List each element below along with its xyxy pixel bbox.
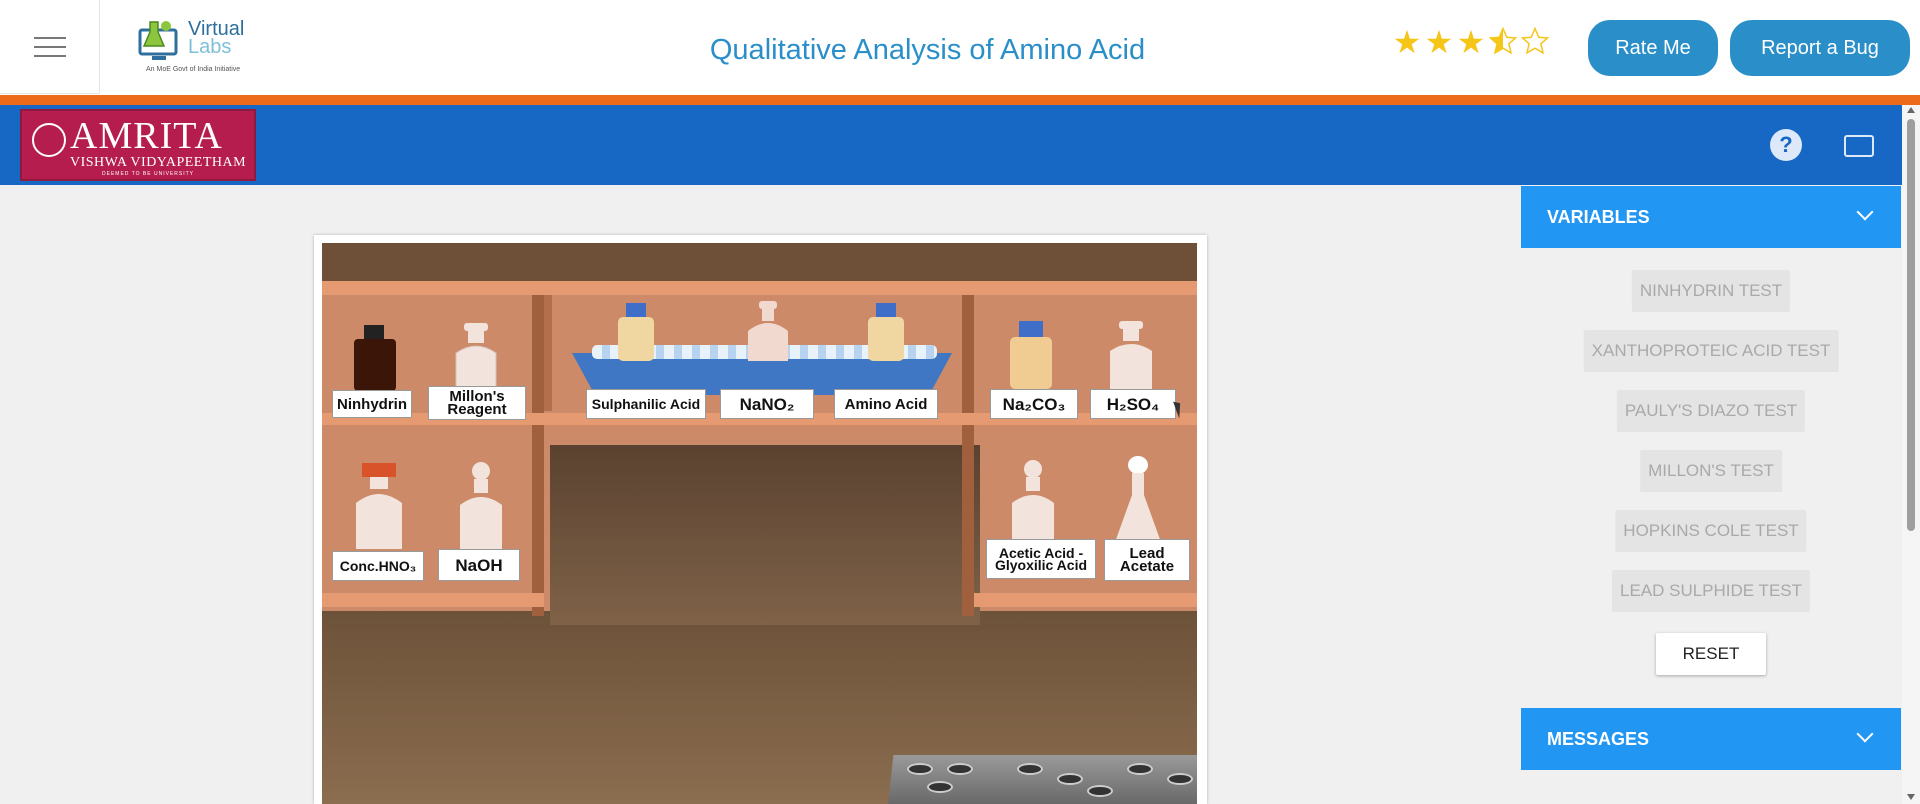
reagent-label: NaNO₂ (720, 389, 814, 419)
acetic-glyoxilic-bottle[interactable] (1008, 459, 1058, 545)
simulation-frame: Ninhydrin Millon's Reagent Sulphanilic A… (314, 235, 1207, 804)
hot-plate[interactable] (887, 755, 1197, 804)
flask-monitor-icon (138, 21, 178, 60)
reagent-label: Acetic Acid - Glyoxilic Acid (986, 539, 1096, 579)
logo-tagline: An MoE Govt of India Initiative (146, 66, 241, 73)
logo-wordmark: Virtual Labs (188, 18, 245, 58)
star-full-icon[interactable]: ★ (1392, 26, 1422, 61)
virtual-labs-logo[interactable]: Virtual Labs An MoE Govt of India Initia… (136, 14, 252, 80)
reagent-label: Lead Acetate (1104, 539, 1190, 581)
reagent-label: H₂SO₄ (1090, 389, 1176, 419)
scroll-down-arrow-icon[interactable] (1907, 794, 1915, 800)
variables-header[interactable]: VARIABLES (1521, 186, 1901, 248)
rating-stars[interactable]: ★ ★ ★ (1392, 26, 1550, 61)
paulys-diazo-test-button[interactable]: PAULY'S DIAZO TEST (1616, 390, 1806, 432)
reagent-label: NaOH (438, 549, 520, 581)
reagent-label: Sulphanilic Acid (586, 389, 706, 419)
hopkins-cole-test-button[interactable]: HOPKINS COLE TEST (1615, 510, 1807, 552)
chevron-down-icon (1856, 725, 1874, 743)
bench-niche (550, 445, 980, 625)
report-bug-button[interactable]: Report a Bug (1730, 20, 1910, 76)
reagent-label: Ninhydrin (332, 390, 412, 418)
lab-simulation[interactable]: Ninhydrin Millon's Reagent Sulphanilic A… (322, 243, 1197, 804)
seal-icon (32, 123, 66, 157)
top-header: Virtual Labs An MoE Govt of India Initia… (0, 0, 1920, 95)
naoh-bottle[interactable] (456, 461, 506, 551)
amrita-logo: AMRITA VISHWA VIDYAPEETHAM DEEMED TO BE … (20, 109, 256, 181)
page-title: Qualitative Analysis of Amino Acid (709, 34, 1146, 66)
h2so4-bottle[interactable] (1106, 321, 1156, 391)
xanthoproteic-test-button[interactable]: XANTHOPROTEIC ACID TEST (1583, 330, 1839, 372)
messages-header[interactable]: MESSAGES (1521, 708, 1901, 770)
star-full-icon[interactable]: ★ (1456, 26, 1486, 61)
scroll-up-arrow-icon[interactable] (1907, 107, 1915, 113)
reagent-label: Na₂CO₃ (990, 389, 1078, 419)
hamburger-icon (33, 30, 66, 64)
lead-acetate-flask[interactable] (1112, 455, 1164, 547)
millons-test-button[interactable]: MILLON'S TEST (1640, 450, 1782, 492)
fullscreen-icon[interactable] (1844, 135, 1874, 157)
scroll-thumb[interactable] (1907, 119, 1915, 531)
help-icon[interactable]: ? (1770, 129, 1802, 161)
variables-panel: NINHYDRIN TEST XANTHOPROTEIC ACID TEST P… (1521, 248, 1901, 708)
page-scrollbar[interactable] (1902, 105, 1920, 804)
na2co3-bottle[interactable] (1006, 321, 1056, 391)
lead-sulphide-test-button[interactable]: LEAD SULPHIDE TEST (1611, 570, 1811, 612)
star-full-icon[interactable]: ★ (1424, 26, 1454, 61)
amino-acid-bottle[interactable] (864, 303, 908, 363)
header-divider (0, 95, 1920, 105)
star-empty-icon[interactable] (1520, 26, 1550, 61)
institution-banner: AMRITA VISHWA VIDYAPEETHAM DEEMED TO BE … (0, 105, 1902, 185)
reagent-label: Amino Acid (834, 389, 938, 419)
chevron-down-icon (1856, 203, 1874, 221)
menu-button[interactable] (0, 0, 100, 94)
millons-reagent-bottle[interactable] (452, 323, 502, 393)
nano2-bottle[interactable] (746, 301, 790, 363)
sulphanilic-acid-bottle[interactable] (614, 303, 658, 363)
reagent-label: Millon's Reagent (428, 386, 526, 420)
star-half-icon[interactable] (1488, 26, 1518, 61)
ninhydrin-test-button[interactable]: NINHYDRIN TEST (1631, 270, 1791, 312)
reagent-label: Conc.HNO₃ (332, 551, 424, 581)
conc-hno3-bottle[interactable] (352, 463, 406, 551)
rate-me-button[interactable]: Rate Me (1588, 20, 1718, 76)
ninhydrin-bottle[interactable] (350, 323, 400, 393)
reset-button[interactable]: RESET (1656, 633, 1766, 675)
